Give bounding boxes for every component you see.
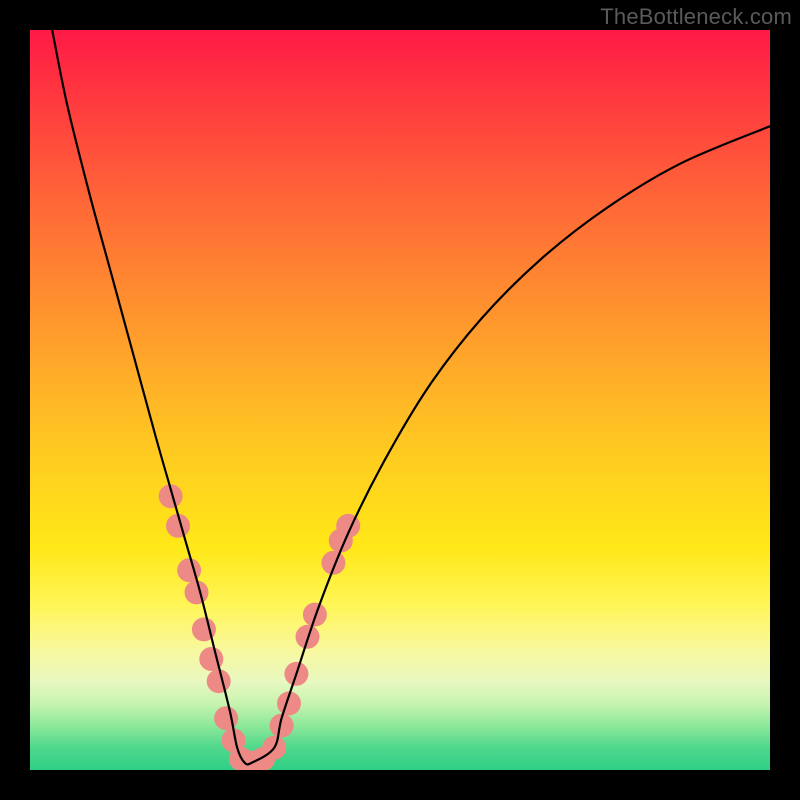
data-marker (207, 669, 231, 693)
markers-group (159, 484, 361, 770)
chart-svg (30, 30, 770, 770)
plot-area (30, 30, 770, 770)
chart-frame: TheBottleneck.com (0, 0, 800, 800)
data-marker (214, 706, 238, 730)
watermark-text: TheBottleneck.com (600, 4, 792, 30)
bottleneck-curve (52, 30, 770, 764)
data-marker (185, 580, 209, 604)
